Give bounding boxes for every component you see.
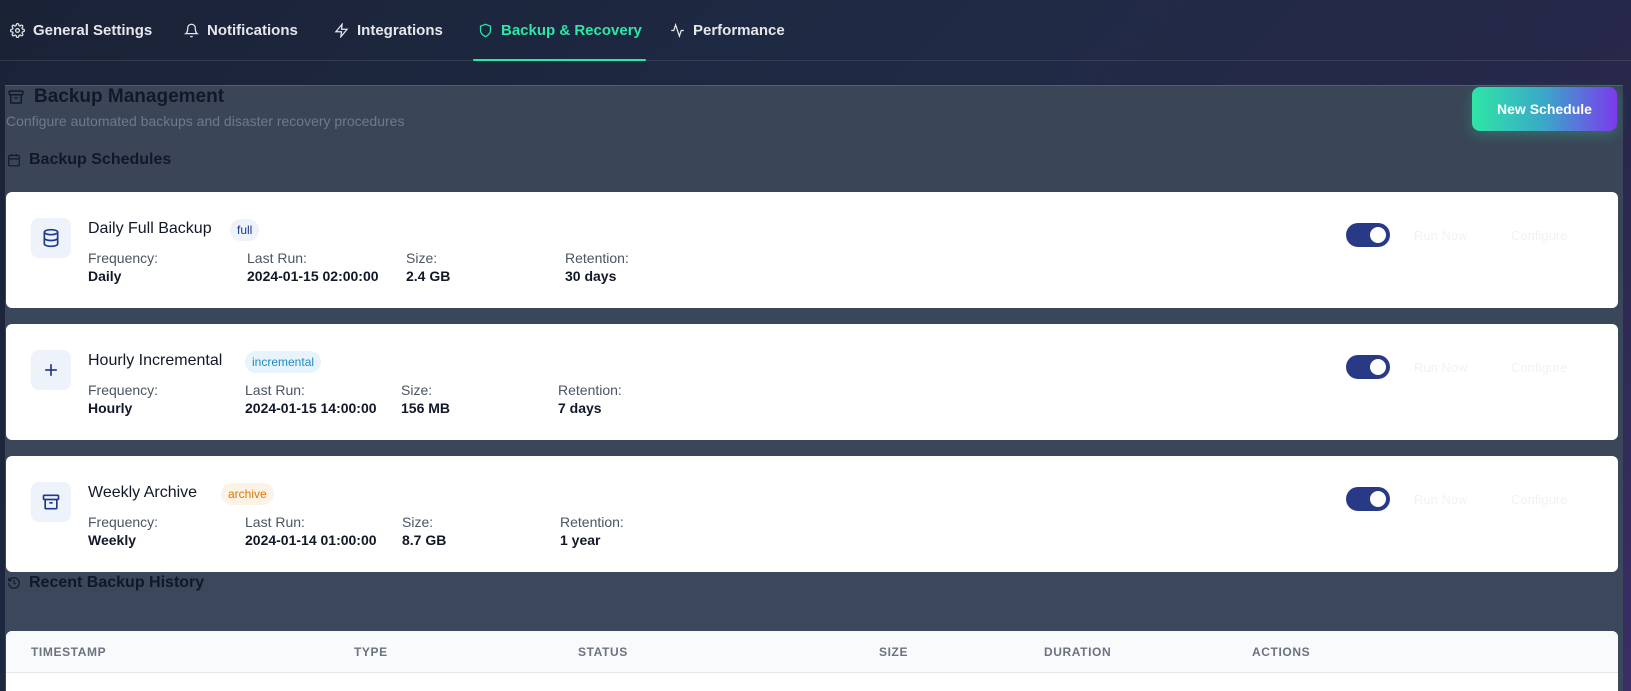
retention-value: 7 days (558, 400, 602, 416)
schedule-enabled-toggle[interactable] (1346, 487, 1390, 511)
page-title: Backup Management (7, 86, 224, 108)
size-field: Size: 156 MB (401, 382, 450, 416)
settings-tab-bar: General Settings Notifications Integrati… (0, 0, 1631, 61)
last-run-value: 2024-01-14 01:00:00 (245, 532, 377, 548)
new-schedule-button[interactable]: New Schedule (1472, 87, 1617, 131)
frequency-value: Daily (88, 268, 122, 284)
schedule-card: Weekly Archive archive Frequency: Weekly… (6, 456, 1618, 572)
archive-icon (8, 90, 24, 104)
backup-management-panel: Backup Management Configure automated ba… (5, 85, 1623, 691)
run-now-button[interactable]: Run Now (1414, 223, 1467, 247)
schedule-type-badge: full (230, 219, 260, 241)
frequency-label: Frequency: (88, 514, 159, 530)
size-label: Size: (402, 514, 434, 530)
configure-button[interactable]: Configure (1511, 355, 1567, 379)
bell-icon (184, 23, 199, 38)
last-run-field: Last Run: 2024-01-15 02:00:00 (247, 250, 379, 284)
schedule-card: Hourly Incremental incremental Frequency… (6, 324, 1618, 440)
frequency-label: Frequency: (88, 250, 159, 266)
page-title-text: Backup Management (34, 86, 225, 107)
retention-value: 30 days (565, 268, 617, 284)
size-field: Size: 8.7 GB (402, 514, 446, 548)
run-now-button[interactable]: Run Now (1414, 355, 1467, 379)
activity-icon (671, 23, 684, 38)
schedule-enabled-toggle[interactable] (1346, 355, 1390, 379)
calendar-icon (8, 154, 20, 167)
archive-icon (42, 494, 60, 510)
gear-icon (10, 23, 25, 38)
column-header-size[interactable]: SIZE (879, 645, 908, 659)
frequency-field: Frequency: Daily (88, 250, 158, 284)
retention-field: Retention: 7 days (558, 382, 622, 416)
retention-field: Retention: 1 year (560, 514, 624, 548)
size-label: Size: (406, 250, 438, 266)
section-title-text: Backup Schedules (29, 151, 172, 168)
tab-notifications[interactable]: Notifications (184, 0, 298, 61)
tab-general-settings[interactable]: General Settings (10, 0, 152, 61)
tab-label: Performance (693, 22, 785, 39)
schedule-name: Daily Full Backup (88, 220, 212, 237)
column-header-type[interactable]: TYPE (354, 645, 388, 659)
tab-label: General Settings (33, 22, 153, 39)
recent-history-heading: Recent Backup History (7, 574, 204, 592)
last-run-field: Last Run: 2024-01-14 01:00:00 (245, 514, 377, 548)
schedule-name: Hourly Incremental (88, 352, 223, 369)
last-run-label: Last Run: (245, 382, 305, 398)
tab-performance[interactable]: Performance (670, 0, 785, 61)
backup-schedules-heading: Backup Schedules (7, 151, 171, 169)
configure-button[interactable]: Configure (1511, 487, 1567, 511)
size-label: Size: (401, 382, 433, 398)
tab-integrations[interactable]: Integrations (334, 0, 443, 61)
last-run-value: 2024-01-15 02:00:00 (247, 268, 379, 284)
frequency-field: Frequency: Weekly (88, 514, 158, 548)
retention-label: Retention: (565, 250, 629, 266)
size-value: 8.7 GB (402, 532, 447, 548)
size-value: 156 MB (401, 400, 451, 416)
configure-button[interactable]: Configure (1511, 223, 1567, 247)
history-icon (8, 577, 20, 589)
last-run-field: Last Run: 2024-01-15 14:00:00 (245, 382, 377, 416)
schedule-icon-box (31, 218, 71, 258)
run-now-button[interactable]: Run Now (1414, 487, 1467, 511)
schedule-type-badge: archive (221, 483, 274, 505)
schedule-type-badge: incremental (245, 351, 322, 373)
size-field: Size: 2.4 GB (406, 250, 450, 284)
schedule-icon-box (31, 350, 71, 390)
retention-label: Retention: (560, 514, 624, 530)
schedule-card: Daily Full Backup full Frequency: Daily … (6, 192, 1618, 308)
tab-label: Integrations (357, 22, 443, 39)
tab-backup-recovery[interactable]: Backup & Recovery (473, 0, 646, 61)
frequency-label: Frequency: (88, 382, 159, 398)
frequency-value: Weekly (88, 532, 136, 548)
shield-icon (479, 23, 492, 38)
plus-icon (45, 364, 57, 376)
backup-history-table: TIMESTAMP TYPE STATUS SIZE DURATION ACTI… (6, 631, 1618, 691)
size-value: 2.4 GB (406, 268, 451, 284)
last-run-label: Last Run: (247, 250, 307, 266)
tab-label: Backup & Recovery (501, 22, 642, 39)
bolt-icon (334, 23, 349, 38)
column-header-status[interactable]: STATUS (578, 645, 628, 659)
column-header-timestamp[interactable]: TIMESTAMP (31, 645, 106, 659)
schedule-name: Weekly Archive (88, 484, 198, 501)
section-title-text: Recent Backup History (29, 574, 205, 591)
last-run-label: Last Run: (245, 514, 305, 530)
retention-field: Retention: 30 days (565, 250, 629, 284)
frequency-field: Frequency: Hourly (88, 382, 158, 416)
retention-label: Retention: (558, 382, 622, 398)
tab-label: Notifications (207, 22, 298, 39)
last-run-value: 2024-01-15 14:00:00 (245, 400, 377, 416)
database-icon (43, 228, 59, 248)
page-subtitle: Configure automated backups and disaster… (6, 113, 405, 129)
schedule-enabled-toggle[interactable] (1346, 223, 1390, 247)
column-header-duration[interactable]: DURATION (1044, 645, 1111, 659)
retention-value: 1 year (560, 532, 601, 548)
column-header-actions[interactable]: ACTIONS (1252, 645, 1310, 659)
schedule-icon-box (31, 482, 71, 522)
table-header: TIMESTAMP TYPE STATUS SIZE DURATION ACTI… (6, 631, 1618, 673)
frequency-value: Hourly (88, 400, 133, 416)
